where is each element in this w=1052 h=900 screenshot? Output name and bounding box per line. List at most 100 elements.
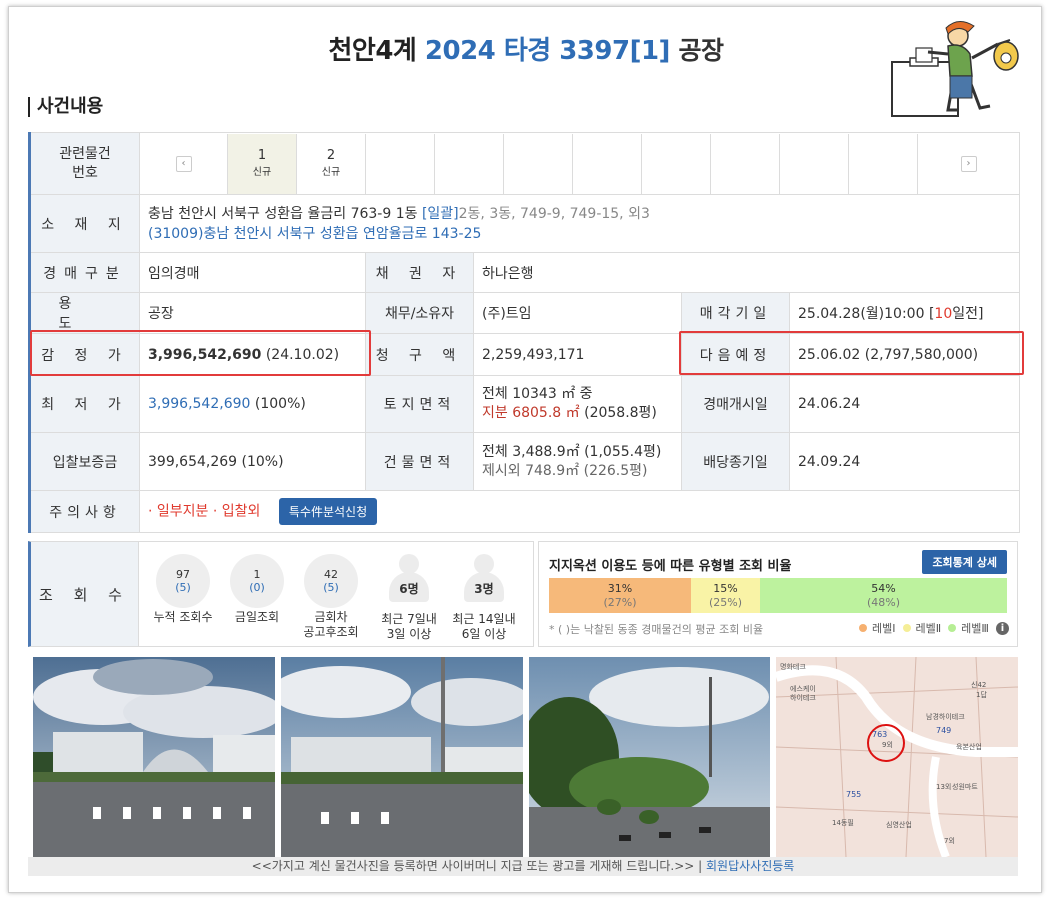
sale-date-value: 25.04.28(월)10:00 [10일전]: [789, 292, 1020, 334]
building-area-value: 전체 3,488.9㎡ (1,055.4평) 제시외 748.9㎡ (226.5…: [473, 432, 682, 491]
related-item-empty: [573, 133, 642, 194]
view-count-panel: 조 회 수 97 (5) 누적 조회수 1 (0) 금일조회 42 (5) 금회차 공…: [28, 541, 534, 647]
related-items-row: 관련물건 번호 ‹ 1 신규 2 신규 ›: [28, 132, 1020, 195]
map-label: 신42: [971, 680, 986, 689]
property-type: 공장: [678, 36, 725, 65]
debtor-value: (주)트임: [473, 292, 682, 334]
bulk-parcels: 2동, 3동, 749-9, 749-15, 외3: [458, 205, 650, 222]
property-photo-2[interactable]: [281, 657, 523, 857]
map-label: 하이테크: [790, 693, 816, 702]
related-item-empty: [642, 133, 711, 194]
bulk-tag[interactable]: [일괄]: [422, 206, 459, 222]
map-label: 14동필: [832, 818, 854, 827]
map-label: 성원마트: [952, 782, 978, 791]
auction-mascot-illustration: [891, 21, 1019, 117]
map-label: 명화테크: [780, 662, 806, 671]
map-label: 1답: [976, 690, 987, 699]
auction-type-label: 경매구분: [28, 252, 140, 293]
next-schedule-highlight: [679, 331, 1024, 375]
related-item-empty: [780, 133, 849, 194]
legend-dot-icon: [948, 624, 957, 632]
member-photo-register-link[interactable]: 회원답사사진등록: [706, 859, 794, 873]
court-name: 천안4계: [328, 36, 417, 66]
map-label: 남경하이테크: [926, 712, 965, 721]
creditor-label: 채 권 자: [365, 252, 474, 293]
caution-row: 주의사항 · 일부지분 · 입찰외 특수件분석신청: [28, 490, 1020, 533]
deposit-row: 입찰보증금 399,654,269 (10%) 건물면적 전체 3,488.9㎡…: [28, 432, 1020, 491]
land-area-value: 전체 10343 ㎡ 중 지분 6805.8 ㎡ (2058.8평): [473, 375, 682, 433]
property-photo-1[interactable]: [33, 657, 275, 857]
map-label: 7외: [944, 836, 955, 845]
footer-notice: <<가지고 계신 물건사진을 등록하면 사이버머니 지급 또는 광고를 게재해 …: [251, 859, 695, 873]
ratio-segment-level2: 15% (25%): [691, 578, 760, 613]
stat-round-views: 42 (5) 금회차 공고후조회: [295, 554, 367, 640]
view-ratio-bar: 31% (27%) 15% (25%) 54% (48%): [549, 578, 1007, 613]
legend-dot-icon: [859, 624, 868, 632]
dividend-date-value: 24.09.24: [789, 432, 1020, 491]
property-photo-3[interactable]: [529, 657, 770, 857]
person-icon: 3명: [457, 554, 511, 608]
usage-row: 용 도 공장 채무/소유자 (주)트임 매각기일 25.04.28(월)10:0…: [28, 292, 1020, 334]
related-item-empty: [366, 133, 435, 194]
location-map[interactable]: 명화테크 에스케이 하이테크 763 9외 749 남경하이테크 신42 1답 …: [776, 657, 1018, 857]
map-label: 13외: [936, 782, 951, 791]
sale-date-label: 매각기일: [681, 292, 790, 334]
min-price-label: 최 저 가: [28, 375, 140, 433]
ratio-legend: 레벨Ⅰ 레벨Ⅱ 레벨Ⅲ i: [859, 620, 1009, 636]
map-label: 755: [846, 790, 861, 799]
map-label: 심영산업: [886, 820, 912, 829]
related-items-strip: ‹ 1 신규 2 신규 ›: [140, 133, 1019, 194]
info-icon[interactable]: i: [996, 621, 1009, 635]
case-number: 2024 타경 3397[1]: [424, 36, 671, 66]
ratio-segment-level3: 54% (48%): [760, 578, 1007, 613]
related-item-empty: [435, 133, 504, 194]
road-address: (31009)충남 천안시 서북구 성환읍 연암율금로 143-25: [148, 225, 482, 242]
map-label: 9외: [882, 740, 893, 749]
next-arrow-icon[interactable]: ›: [960, 155, 977, 172]
view-ratio-note: * ( )는 낙찰된 동종 경매물건의 평균 조회 비율: [549, 623, 764, 636]
appraisal-highlight: [30, 330, 371, 376]
photo-register-footer: <<가지고 계신 물건사진을 등록하면 사이버머니 지급 또는 광고를 게재해 …: [28, 857, 1018, 876]
view-stats-detail-button[interactable]: 조회통계 상세: [922, 550, 1007, 574]
prev-arrow-icon[interactable]: ‹: [175, 155, 192, 172]
related-item-2[interactable]: 2 신규: [297, 133, 366, 194]
stat-14day-visitors: 3명 최근 14일내 6일 이상: [448, 554, 520, 642]
land-share: 지분 6805.8 ㎡: [482, 405, 580, 421]
usage-value: 공장: [139, 292, 366, 334]
caution-items: · 일부지분 · 입찰외: [148, 503, 261, 520]
location-address: 충남 천안시 서북구 성환읍 율금리 763-9 1동: [148, 205, 418, 222]
building-area-label: 건물면적: [365, 432, 474, 491]
related-items-label: 관련물건 번호: [28, 132, 140, 195]
start-date-value: 24.06.24: [789, 375, 1020, 433]
person-icon: 6명: [382, 554, 436, 608]
special-analysis-button[interactable]: 특수件분석신청: [278, 498, 378, 525]
claim-label: 청 구 액: [365, 333, 474, 376]
caution-label: 주의사항: [28, 490, 140, 533]
ratio-segment-level1: 31% (27%): [549, 578, 691, 613]
view-ratio-panel: 지지옥션 이용도 등에 따른 유형별 조회 비율 조회통계 상세 31% (27%…: [538, 541, 1018, 647]
legend-dot-icon: [902, 624, 911, 632]
related-item-empty: [849, 133, 918, 194]
stat-today-views: 1 (0) 금일조회: [221, 554, 293, 625]
auction-type-row: 경매구분 임의경매 채 권 자 하나은행: [28, 252, 1020, 293]
dividend-date-label: 배당종기일: [681, 432, 790, 491]
map-label: 육본산업: [956, 742, 982, 751]
related-item-1[interactable]: 1 신규: [228, 133, 297, 194]
auction-type-value: 임의경매: [139, 252, 366, 293]
min-price-value: 3,996,542,690 (100%): [139, 375, 366, 433]
related-item-empty: [504, 133, 573, 194]
section-title: 사건내용: [28, 97, 103, 117]
location-row: 소 재 지 충남 천안시 서북구 성환읍 율금리 763-9 1동 [일괄]2동…: [28, 194, 1020, 253]
deposit-value: 399,654,269 (10%): [139, 432, 366, 491]
location-label: 소 재 지: [28, 194, 140, 253]
map-label: 749: [936, 726, 951, 735]
map-label: 에스케이: [790, 684, 816, 693]
min-price-row: 최 저 가 3,996,542,690 (100%) 토지면적 전체 10343…: [28, 375, 1020, 433]
sale-days-count: 10: [934, 306, 953, 322]
map-label: 763: [872, 730, 887, 739]
stat-total-views: 97 (5) 누적 조회수: [147, 554, 219, 625]
debtor-label: 채무/소유자: [365, 292, 474, 334]
stat-7day-visitors: 6명 최근 7일내 3일 이상: [373, 554, 445, 642]
creditor-value: 하나은행: [473, 252, 1020, 293]
claim-value: 2,259,493,171: [473, 333, 682, 376]
